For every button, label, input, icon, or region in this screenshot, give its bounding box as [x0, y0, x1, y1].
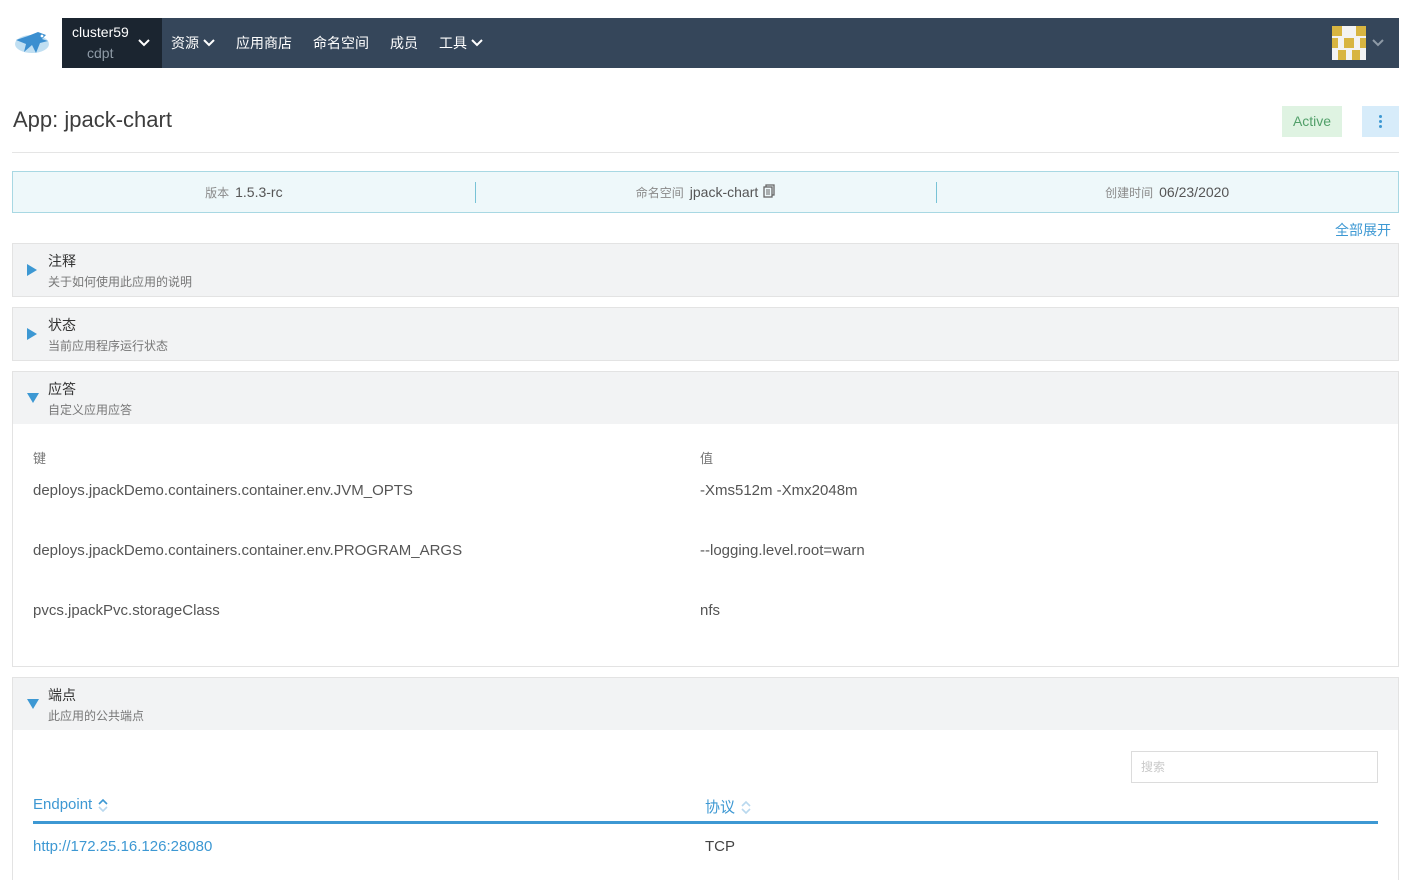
info-created: 创建时间 06/23/2020 [936, 172, 1398, 212]
section-status: 状态 当前应用程序运行状态 [12, 307, 1399, 361]
chevron-down-icon [203, 39, 215, 47]
nav-app-store[interactable]: 应用商店 [236, 33, 292, 53]
nav-members[interactable]: 成员 [390, 33, 418, 53]
protocol-column-header[interactable]: 协议 [705, 796, 751, 817]
kebab-dot [1379, 115, 1382, 118]
app-info-banner: 版本 1.5.3-rc 命名空间 jpack-chart 创建时间 06/23/… [12, 171, 1399, 213]
rancher-logo-icon[interactable] [12, 26, 52, 62]
section-description: 自定义应用应答 [48, 403, 133, 417]
kebab-dot [1379, 125, 1382, 128]
nav-resources-label: 资源 [171, 35, 199, 51]
caret-right-icon [27, 264, 37, 276]
copy-icon[interactable] [763, 183, 775, 201]
answer-value: --logging.level.root=warn [700, 542, 865, 559]
chevron-down-icon [138, 39, 150, 47]
key-column-header: 键 [33, 451, 47, 466]
more-actions-button[interactable] [1362, 106, 1399, 137]
section-notes-header[interactable]: 注释 关于如何使用此应用的说明 [13, 244, 1398, 296]
nav-tools[interactable]: 工具 [439, 33, 483, 53]
namespace-value: jpack-chart [689, 184, 759, 200]
version-value: 1.5.3-rc [235, 184, 283, 200]
top-navbar: cluster59 cdpt 资源 应用商店 命名空间 成员 工具 [62, 18, 1399, 68]
project-name: cdpt [87, 45, 114, 61]
section-notes: 注释 关于如何使用此应用的说明 [12, 243, 1399, 297]
cluster-name: cluster59 [72, 24, 129, 40]
cluster-switcher[interactable]: cluster59 cdpt [62, 18, 162, 68]
info-namespace: 命名空间 jpack-chart [474, 172, 937, 212]
nav-namespaces[interactable]: 命名空间 [313, 33, 369, 53]
sort-icon [741, 800, 751, 814]
nav-app-store-label: 应用商店 [236, 35, 292, 51]
divider [12, 152, 1399, 153]
nav-tools-label: 工具 [439, 35, 467, 51]
nav-namespaces-label: 命名空间 [313, 35, 369, 51]
version-label: 版本 [205, 185, 230, 200]
endpoint-protocol: TCP [705, 838, 735, 855]
section-status-header[interactable]: 状态 当前应用程序运行状态 [13, 308, 1398, 360]
page-title: App: jpack-chart [13, 107, 172, 132]
section-description: 关于如何使用此应用的说明 [48, 275, 193, 289]
answer-value: -Xms512m -Xmx2048m [700, 482, 858, 499]
section-endpoints-header[interactable]: 端点 此应用的公共端点 [13, 678, 1398, 730]
endpoint-link[interactable]: http://172.25.16.126:28080 [33, 838, 212, 855]
table-header-rule [33, 821, 1378, 824]
created-label: 创建时间 [1105, 185, 1154, 200]
namespace-label: 命名空间 [635, 185, 684, 200]
caret-down-icon [27, 393, 39, 403]
answer-key: pvcs.jpackPvc.storageClass [33, 602, 220, 619]
section-endpoints: 端点 此应用的公共端点 Endpoint 协议 http://172.25.16… [12, 677, 1399, 880]
caret-right-icon [27, 328, 37, 340]
section-description: 当前应用程序运行状态 [48, 339, 169, 353]
section-answers-header[interactable]: 应答 自定义应用应答 [13, 372, 1398, 424]
sort-icon [98, 798, 108, 812]
expand-all-link[interactable]: 全部展开 [1335, 220, 1391, 240]
status-badge: Active [1282, 106, 1342, 137]
endpoint-column-header[interactable]: Endpoint [33, 796, 108, 813]
answer-key: deploys.jpackDemo.containers.container.e… [33, 542, 463, 559]
nav-members-label: 成员 [390, 35, 418, 51]
user-avatar[interactable] [1332, 26, 1366, 60]
chevron-down-icon [471, 39, 483, 47]
value-column-header: 值 [700, 451, 714, 466]
section-title: 应答 [48, 381, 76, 397]
created-value: 06/23/2020 [1159, 184, 1230, 200]
chevron-down-icon[interactable] [1372, 39, 1384, 47]
answer-value: nfs [700, 602, 721, 619]
info-version: 版本 1.5.3-rc [13, 172, 475, 212]
endpoint-header-label: Endpoint [33, 796, 93, 813]
kebab-dot [1379, 120, 1382, 123]
section-answers: 应答 自定义应用应答 键 值 deploys.jpackDemo.contain… [12, 371, 1399, 667]
protocol-header-label: 协议 [705, 799, 736, 816]
main-nav: 资源 应用商店 命名空间 成员 工具 [171, 18, 504, 68]
section-title: 注释 [48, 253, 76, 269]
section-description: 此应用的公共端点 [48, 709, 145, 723]
nav-resources[interactable]: 资源 [171, 33, 215, 53]
section-title: 状态 [48, 317, 76, 333]
answer-key: deploys.jpackDemo.containers.container.e… [33, 482, 413, 499]
caret-down-icon [27, 699, 39, 709]
section-title: 端点 [48, 687, 76, 703]
search-input[interactable] [1131, 751, 1378, 783]
